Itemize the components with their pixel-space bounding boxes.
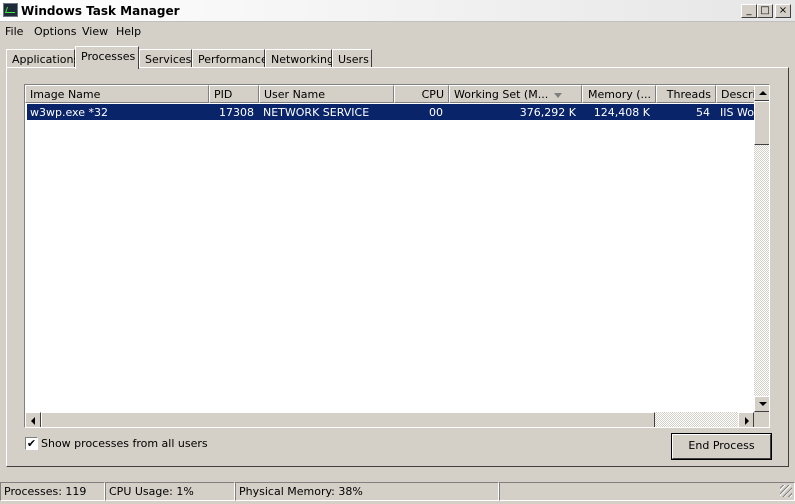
scroll-right-button[interactable] bbox=[738, 412, 754, 427]
title-bar[interactable]: Windows Task Manager _ □ × bbox=[0, 0, 795, 22]
end-process-button[interactable]: End Process bbox=[671, 433, 772, 460]
column-header-row: Image Name PID User Name CPU Working Set… bbox=[25, 85, 754, 103]
column-cpu[interactable]: CPU bbox=[394, 85, 449, 103]
column-user-name[interactable]: User Name bbox=[259, 85, 394, 103]
status-bar: Processes: 119 CPU Usage: 1% Physical Me… bbox=[0, 482, 795, 502]
horizontal-scroll-thumb[interactable] bbox=[41, 412, 655, 427]
vertical-scrollbar[interactable] bbox=[754, 85, 769, 412]
cell-user-name: NETWORK SERVICE bbox=[263, 106, 370, 119]
column-image-name[interactable]: Image Name bbox=[25, 85, 209, 103]
process-list[interactable]: Image Name PID User Name CPU Working Set… bbox=[24, 84, 770, 428]
task-manager-window: Windows Task Manager _ □ × File Options … bbox=[0, 0, 795, 504]
menu-options[interactable]: Options bbox=[34, 25, 76, 38]
column-memory[interactable]: Memory (... bbox=[582, 85, 656, 103]
column-threads[interactable]: Threads bbox=[656, 85, 716, 103]
vertical-scroll-thumb[interactable] bbox=[754, 101, 769, 145]
menu-file[interactable]: File bbox=[5, 25, 23, 38]
status-empty-panel bbox=[499, 482, 795, 501]
show-all-users-checkbox[interactable]: ✔ bbox=[25, 437, 38, 450]
status-physical-memory: Physical Memory: 38% bbox=[235, 482, 499, 501]
window-title: Windows Task Manager bbox=[21, 4, 180, 18]
tab-performance[interactable]: Performance bbox=[192, 49, 268, 68]
sort-descending-icon bbox=[554, 92, 563, 98]
close-button[interactable]: × bbox=[775, 4, 791, 18]
column-pid[interactable]: PID bbox=[209, 85, 259, 103]
column-description[interactable]: Descripti bbox=[716, 85, 754, 103]
resize-grip-icon[interactable] bbox=[780, 485, 792, 497]
cell-image-name: w3wp.exe *32 bbox=[30, 106, 108, 119]
tab-processes[interactable]: Processes bbox=[75, 46, 139, 69]
tab-users[interactable]: Users bbox=[332, 49, 372, 68]
tab-services[interactable]: Services bbox=[139, 49, 192, 68]
minimize-button[interactable]: _ bbox=[741, 4, 757, 18]
cell-cpu: 00 bbox=[429, 106, 443, 119]
tab-networking[interactable]: Networking bbox=[265, 49, 334, 68]
menu-bar: File Options View Help bbox=[0, 23, 795, 40]
cell-memory: 124,408 K bbox=[593, 106, 650, 119]
arrow-down-icon bbox=[759, 402, 767, 406]
cell-working-set: 376,292 K bbox=[519, 106, 576, 119]
maximize-button[interactable]: □ bbox=[757, 4, 773, 18]
cell-pid: 17308 bbox=[219, 106, 254, 119]
status-processes: Processes: 119 bbox=[0, 482, 105, 501]
arrow-right-icon bbox=[745, 417, 749, 425]
tab-applications[interactable]: Applications bbox=[6, 49, 79, 68]
scrollbar-corner bbox=[754, 412, 769, 427]
task-manager-icon bbox=[3, 3, 18, 17]
column-working-set[interactable]: Working Set (M... bbox=[449, 85, 582, 103]
scroll-down-button[interactable] bbox=[754, 396, 769, 412]
table-row[interactable]: w3wp.exe *32 17308 NETWORK SERVICE 00 37… bbox=[27, 104, 754, 120]
horizontal-scrollbar[interactable] bbox=[25, 412, 754, 427]
cell-description: IIS Wo bbox=[720, 106, 754, 119]
menu-view[interactable]: View bbox=[82, 25, 108, 38]
arrow-left-icon bbox=[31, 417, 35, 425]
status-cpu-usage: CPU Usage: 1% bbox=[105, 482, 235, 501]
show-all-users-label[interactable]: Show processes from all users bbox=[41, 437, 208, 450]
scroll-up-button[interactable] bbox=[754, 85, 769, 101]
column-working-set-label: Working Set (M... bbox=[454, 88, 549, 101]
tab-strip: Applications Processes Services Performa… bbox=[6, 46, 786, 69]
menu-help[interactable]: Help bbox=[116, 25, 141, 38]
arrow-up-icon bbox=[759, 91, 767, 95]
scroll-left-button[interactable] bbox=[25, 412, 41, 427]
cell-threads: 54 bbox=[696, 106, 710, 119]
